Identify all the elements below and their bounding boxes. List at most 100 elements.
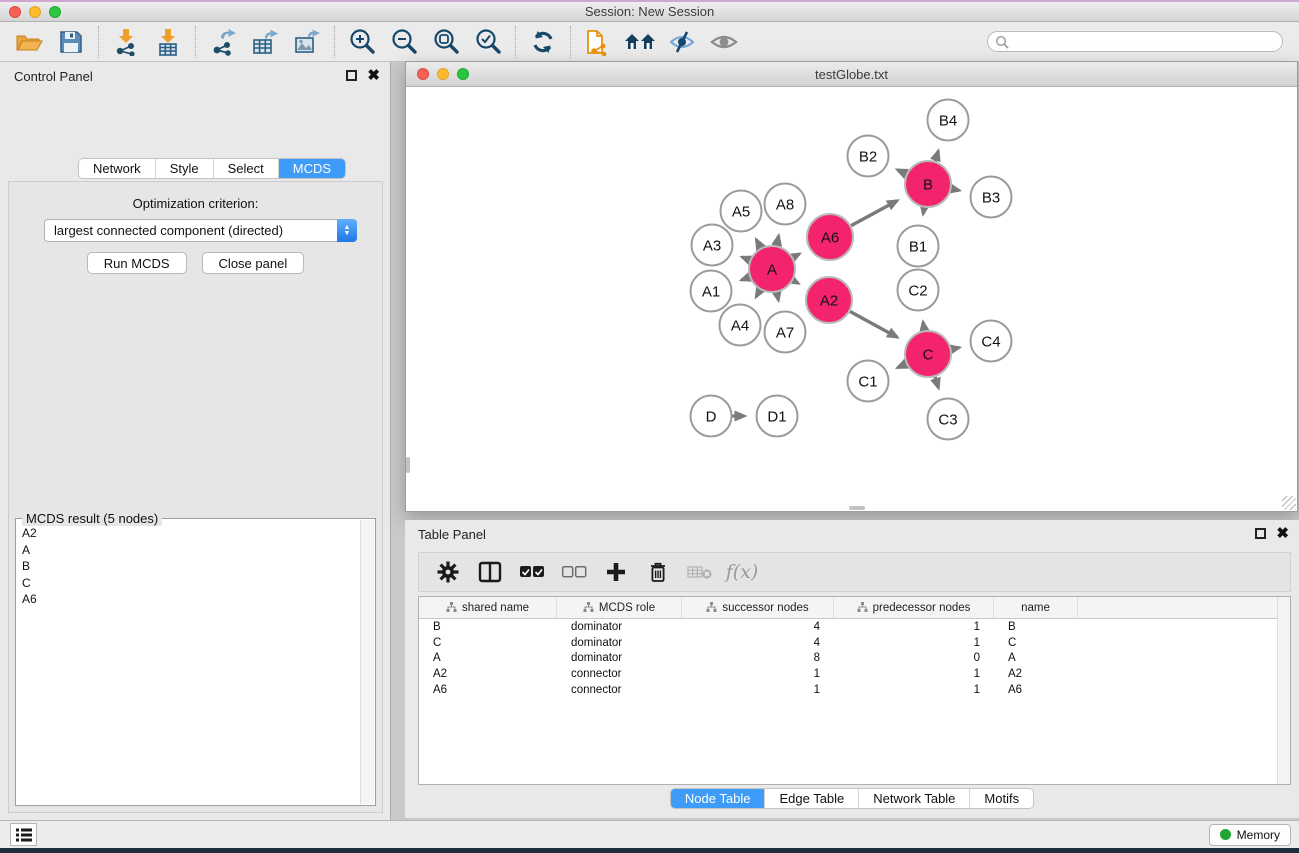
tab-motifs[interactable]: Motifs (970, 789, 1033, 808)
edge-A-A7[interactable] (777, 293, 779, 301)
column-header-successor-nodes[interactable]: successor nodes (682, 597, 834, 618)
show-hide-graphics-button[interactable] (661, 25, 703, 59)
add-column-button[interactable] (597, 556, 635, 588)
result-item-b[interactable]: B (17, 558, 360, 575)
column-header-MCDS-role[interactable]: MCDS role (557, 597, 682, 618)
tab-network[interactable]: Network (79, 159, 156, 178)
export-image-button[interactable] (286, 25, 328, 59)
import-table-button[interactable] (147, 25, 189, 59)
export-network-button[interactable] (202, 25, 244, 59)
node-B4[interactable]: B4 (928, 100, 969, 141)
edge-B-B1[interactable] (923, 208, 924, 214)
edge-A6-B[interactable] (851, 201, 897, 226)
node-B[interactable]: B (905, 161, 951, 207)
edge-C-C3[interactable] (935, 377, 938, 388)
edge-A2-C[interactable] (850, 311, 897, 337)
edge-A-A5[interactable] (756, 240, 760, 248)
zoom-out-button[interactable] (383, 25, 425, 59)
zoom-in-button[interactable] (341, 25, 383, 59)
column-header-predecessor-nodes[interactable]: predecessor nodes (834, 597, 994, 618)
edge-A-A3[interactable] (742, 257, 750, 260)
deselect-all-button[interactable] (555, 556, 593, 588)
result-scrollbar[interactable] (360, 520, 374, 804)
node-C2[interactable]: C2 (898, 270, 939, 311)
node-A4[interactable]: A4 (720, 305, 761, 346)
node-A[interactable]: A (749, 246, 795, 292)
node-B3[interactable]: B3 (971, 177, 1012, 218)
node-D[interactable]: D (691, 396, 732, 437)
node-C1[interactable]: C1 (848, 361, 889, 402)
close-panel-icon[interactable]: ✖ (367, 70, 380, 81)
refresh-button[interactable] (522, 25, 564, 59)
table-scrollbar[interactable] (1277, 597, 1290, 784)
node-A2[interactable]: A2 (806, 277, 852, 323)
float-panel-icon[interactable] (346, 70, 357, 81)
column-header-name[interactable]: name (994, 597, 1078, 618)
table-row-b[interactable]: Bdominator41B (419, 619, 1290, 635)
tab-edge-table[interactable]: Edge Table (765, 789, 859, 808)
node-B2[interactable]: B2 (848, 136, 889, 177)
open-session-button[interactable] (8, 25, 50, 59)
node-A7[interactable]: A7 (765, 312, 806, 353)
canvas-vertical-scrollbar[interactable] (406, 457, 410, 473)
search-input[interactable] (987, 31, 1283, 52)
table-options-button[interactable] (429, 556, 467, 588)
zoom-selected-button[interactable] (467, 25, 509, 59)
delete-table-button[interactable] (681, 556, 719, 588)
tab-style[interactable]: Style (156, 159, 214, 178)
export-table-button[interactable] (244, 25, 286, 59)
tab-network-table[interactable]: Network Table (859, 789, 970, 808)
window-resize-grip[interactable] (1282, 496, 1296, 510)
result-item-c[interactable]: C (17, 575, 360, 592)
table-row-a[interactable]: Adominator80A (419, 651, 1290, 667)
edge-A-A2[interactable] (793, 280, 798, 283)
network-canvas[interactable]: B4 B2 B B3 A5A8A6 A3 B1 A A1 C2 A2 A4A7 C4 C C1 C3 D D1 (406, 87, 1297, 511)
node-B1[interactable]: B1 (898, 226, 939, 267)
select-all-button[interactable] (513, 556, 551, 588)
network-graph[interactable]: B4 B2 B B3 A5A8A6 A3 B1 A A1 C2 A2 A4A7 C4 C C1 C3 D D1 (406, 87, 1297, 511)
edge-C-C4[interactable] (952, 348, 960, 350)
zoom-fit-button[interactable] (425, 25, 467, 59)
result-item-a2[interactable]: A2 (17, 525, 360, 542)
criterion-select[interactable]: largest connected component (directed) ▲… (44, 219, 357, 242)
node-A1[interactable]: A1 (691, 271, 732, 312)
run-mcds-button[interactable]: Run MCDS (87, 252, 187, 274)
node-A8[interactable]: A8 (765, 184, 806, 225)
node-C4[interactable]: C4 (971, 321, 1012, 362)
edge-A-A8[interactable] (777, 236, 779, 246)
edge-C-C2[interactable] (923, 322, 924, 330)
tab-select[interactable]: Select (214, 159, 279, 178)
toggle-details-button[interactable] (703, 25, 745, 59)
task-history-button[interactable] (10, 823, 37, 846)
node-D1[interactable]: D1 (757, 396, 798, 437)
close-panel-button[interactable]: Close panel (202, 252, 305, 274)
table-row-a2[interactable]: A2connector11A2 (419, 666, 1290, 682)
memory-button[interactable]: Memory (1209, 824, 1291, 846)
canvas-horizontal-scrollbar[interactable] (849, 506, 865, 510)
tab-mcds[interactable]: MCDS (279, 159, 345, 178)
column-header-shared-name[interactable]: shared name (419, 597, 557, 618)
edge-C-C1[interactable] (898, 364, 906, 368)
node-C3[interactable]: C3 (928, 399, 969, 440)
edge-A-A4[interactable] (756, 290, 760, 297)
node-A3[interactable]: A3 (692, 225, 733, 266)
delete-column-button[interactable] (639, 556, 677, 588)
import-network-button[interactable] (105, 25, 147, 59)
edge-B-B2[interactable] (897, 170, 906, 174)
tab-node-table[interactable]: Node Table (671, 789, 766, 808)
edge-B-B4[interactable] (935, 151, 938, 161)
node-A6[interactable]: A6 (807, 214, 853, 260)
edge-A-A1[interactable] (742, 277, 750, 280)
close-panel-icon[interactable]: ✖ (1276, 528, 1289, 539)
network-from-document-button[interactable] (577, 25, 619, 59)
mcds-result-list[interactable]: A2ABCA6 (17, 525, 360, 804)
node-table[interactable]: shared nameMCDS rolesuccessor nodesprede… (418, 596, 1291, 785)
result-item-a6[interactable]: A6 (17, 591, 360, 608)
edge-B-B3[interactable] (952, 189, 960, 191)
float-panel-icon[interactable] (1255, 528, 1266, 539)
function-builder-button[interactable]: f(x) (723, 556, 761, 588)
save-session-button[interactable] (50, 25, 92, 59)
node-C[interactable]: C (905, 331, 951, 377)
home-layout-button[interactable] (619, 25, 661, 59)
node-A5[interactable]: A5 (721, 191, 762, 232)
